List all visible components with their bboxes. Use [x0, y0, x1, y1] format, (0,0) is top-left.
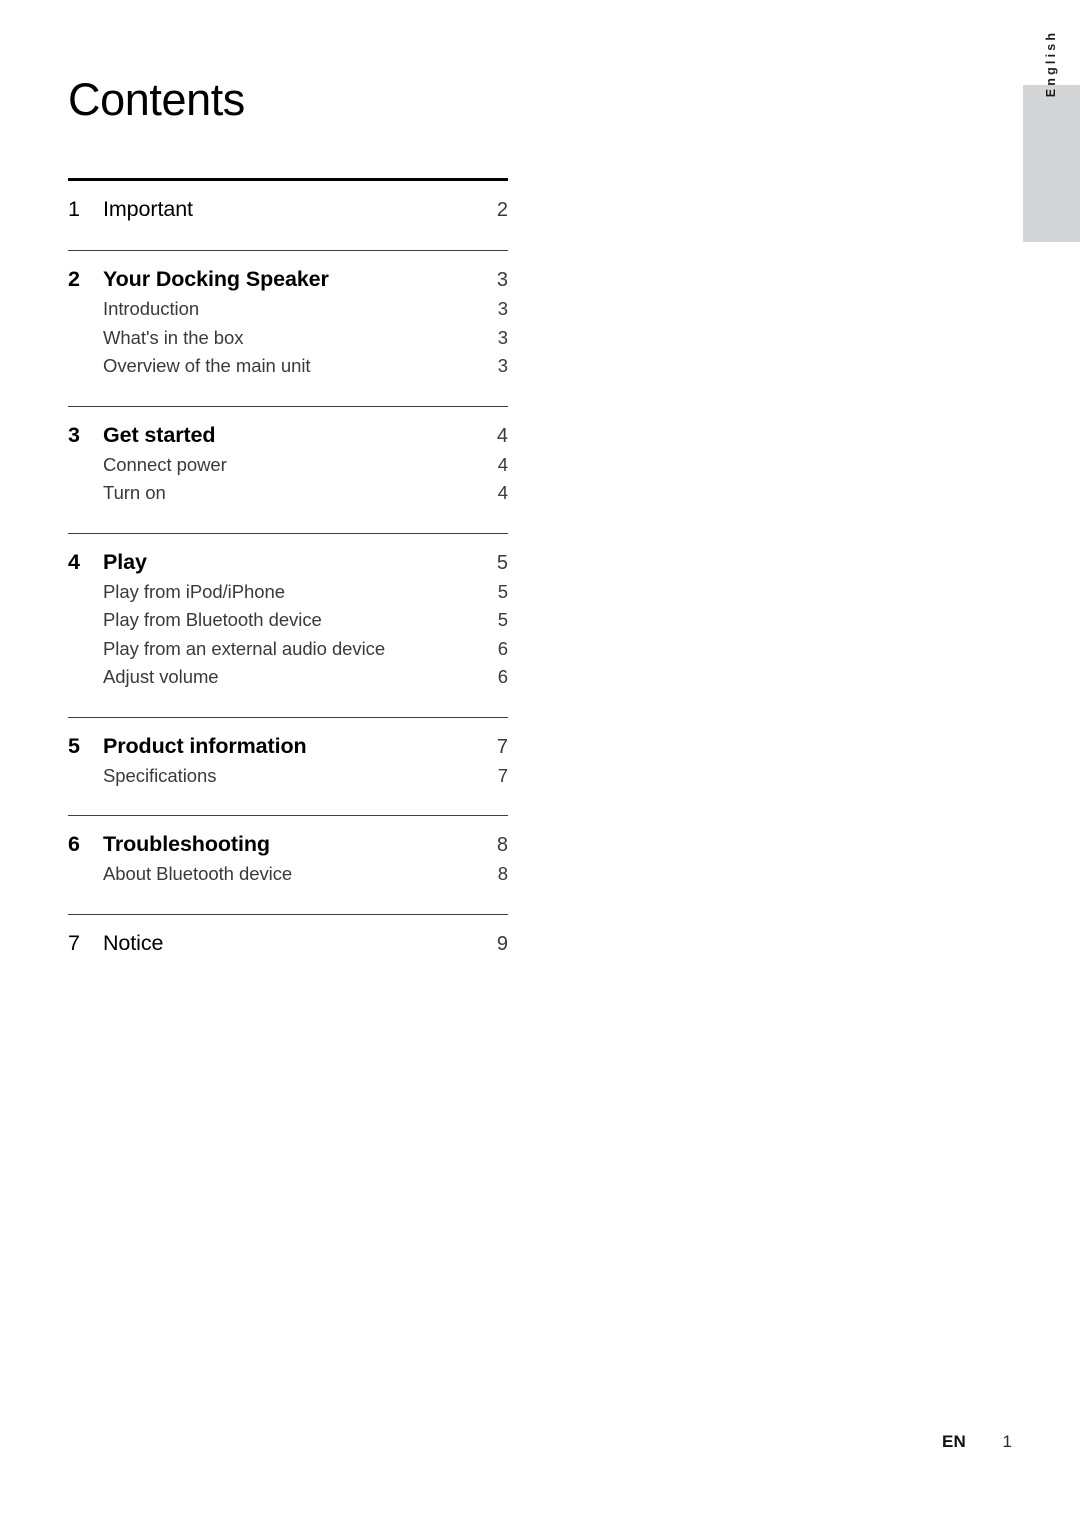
toc-group: 3 Get started 4 Connect power 4 Turn on 4 [68, 407, 508, 508]
toc-sub-entry-title[interactable]: Overview of the main unit [103, 352, 468, 381]
toc-chapter-number: 7 [68, 930, 80, 955]
toc-sub-entry-title[interactable]: Specifications [103, 762, 468, 791]
toc-sub-entry-page-number: 6 [497, 666, 508, 688]
toc-chapter-page-number: 5 [496, 551, 508, 574]
toc-group: 5 Product information 7 Specifications 7 [68, 718, 508, 791]
toc-sub-entry-row[interactable]: Overview of the main unit 3 [68, 352, 508, 381]
toc-sub-entry-title[interactable]: Play from iPod/iPhone [103, 578, 468, 607]
toc-sub-entry-page-number: 3 [497, 326, 508, 348]
toc-sub-entry-title[interactable]: Turn on [103, 479, 468, 508]
toc-chapter-page-number: 8 [496, 834, 508, 857]
page-content: Contents 1 Important 2 2 Your Docking Speake… [68, 0, 508, 959]
toc-sub-entry-page-number: 6 [497, 637, 508, 659]
toc-sub-entry-title[interactable]: Adjust volume [103, 663, 468, 692]
toc-chapter-row[interactable]: 1 Important 2 [68, 194, 508, 225]
page-title: Contents [68, 74, 245, 125]
toc-sub-entry-page-number: 3 [497, 298, 508, 320]
toc-sub-entry-page-number: 8 [497, 863, 508, 885]
toc-chapter-page-number: 7 [496, 735, 508, 758]
toc-sub-entry-page-number: 5 [497, 609, 508, 631]
toc-sub-entry-title[interactable]: What's in the box [103, 324, 468, 353]
toc-chapter-row[interactable]: 5 Product information 7 [68, 731, 508, 762]
toc-sub-entry-page-number: 7 [497, 764, 508, 786]
toc-sub-entry-row[interactable]: Play from iPod/iPhone 5 [68, 578, 508, 607]
toc-chapter-number: 4 [68, 549, 80, 574]
toc-sub-entry-title[interactable]: Connect power [103, 451, 468, 480]
footer-language-code: EN [941, 1432, 966, 1451]
toc-chapter-number: 6 [68, 832, 80, 857]
toc-chapter-row[interactable]: 7 Notice 9 [68, 928, 508, 959]
toc-sub-entry-row[interactable]: Play from Bluetooth device 5 [68, 606, 508, 635]
toc-chapter-title[interactable]: Get started [103, 420, 468, 450]
toc-chapter-title[interactable]: Play [103, 547, 468, 577]
toc-chapter-page-number: 2 [496, 199, 508, 222]
language-tab: English [1023, 30, 1080, 242]
toc-sub-entry-row[interactable]: Turn on 4 [68, 479, 508, 508]
toc-sub-entry-page-number: 3 [497, 355, 508, 377]
toc-sub-entry-row[interactable]: Adjust volume 6 [68, 663, 508, 692]
toc-chapter-page-number: 4 [496, 424, 508, 447]
toc-chapter-row[interactable]: 4 Play 5 [68, 547, 508, 578]
toc-chapter-row[interactable]: 3 Get started 4 [68, 420, 508, 451]
toc-chapter-number: 2 [68, 267, 80, 292]
toc-sub-entry-page-number: 4 [497, 482, 508, 504]
toc-chapter-row[interactable]: 2 Your Docking Speaker 3 [68, 264, 508, 295]
toc-sub-entry-title[interactable]: Play from Bluetooth device [103, 606, 468, 635]
toc-sub-entry-row[interactable]: About Bluetooth device 8 [68, 860, 508, 889]
table-of-contents: 1 Important 2 2 Your Docking Speaker 3 Introdu… [68, 178, 508, 959]
toc-sub-entry-row[interactable]: Introduction 3 [68, 295, 508, 324]
toc-group: 2 Your Docking Speaker 3 Introduction 3 What'… [68, 251, 508, 381]
toc-chapter-row[interactable]: 6 Troubleshooting 8 [68, 829, 508, 860]
toc-sub-entry-title[interactable]: About Bluetooth device [103, 860, 468, 889]
toc-group: 6 Troubleshooting 8 About Bluetooth device 8 [68, 816, 508, 889]
language-tab-label: English [1044, 29, 1058, 98]
toc-chapter-number: 1 [68, 197, 80, 222]
toc-sub-entry-row[interactable]: Connect power 4 [68, 451, 508, 480]
toc-chapter-title[interactable]: Your Docking Speaker [103, 264, 468, 294]
footer-page-number: 1 [1002, 1432, 1012, 1451]
toc-sub-entry-page-number: 5 [497, 580, 508, 602]
toc-sub-entry-row[interactable]: Specifications 7 [68, 762, 508, 791]
toc-group: 7 Notice 9 [68, 915, 508, 959]
toc-chapter-title[interactable]: Notice [103, 928, 468, 958]
toc-sub-entry-row[interactable]: Play from an external audio device 6 [68, 635, 508, 664]
toc-chapter-title[interactable]: Important [103, 194, 468, 224]
toc-sub-entry-page-number: 4 [497, 453, 508, 475]
toc-sub-entry-title[interactable]: Introduction [103, 295, 468, 324]
toc-sub-entry-title[interactable]: Play from an external audio device [103, 635, 468, 664]
toc-chapter-title[interactable]: Troubleshooting [103, 829, 468, 859]
toc-chapter-title[interactable]: Product information [103, 731, 468, 761]
toc-chapter-number: 5 [68, 733, 80, 758]
toc-group: 4 Play 5 Play from iPod/iPhone 5 Play from Bl… [68, 534, 508, 692]
toc-chapter-page-number: 3 [496, 269, 508, 292]
toc-sub-entry-row[interactable]: What's in the box 3 [68, 324, 508, 353]
toc-chapter-number: 3 [68, 422, 80, 447]
toc-chapter-page-number: 9 [496, 932, 508, 955]
toc-group: 1 Important 2 [68, 181, 508, 225]
page-footer: EN 1 [0, 1432, 1012, 1452]
